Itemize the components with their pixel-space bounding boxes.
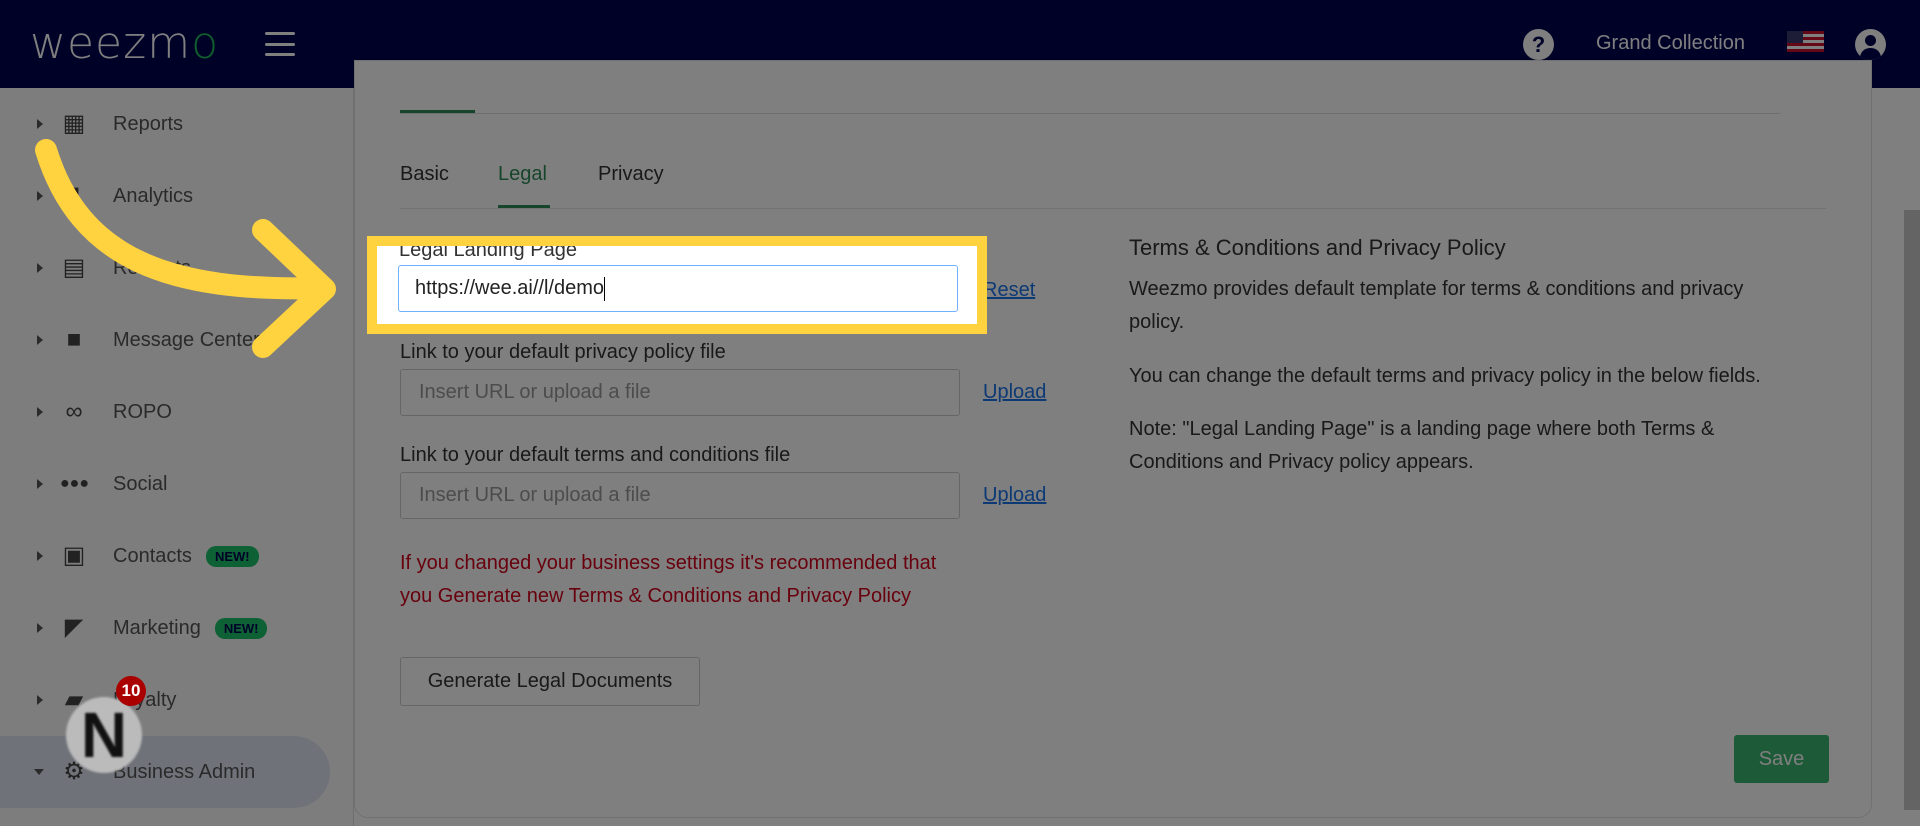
legal-landing-page-input[interactable]: https://wee.ai//l/demo [398,265,958,312]
notification-badge: 10 [116,676,146,706]
highlight-box: Legal Landing Page https://wee.ai//l/dem… [367,236,987,334]
guide-arrow-icon [35,139,336,358]
guide-avatar[interactable]: N [66,697,142,773]
legal-landing-page-label: Legal Landing Page [399,239,577,261]
